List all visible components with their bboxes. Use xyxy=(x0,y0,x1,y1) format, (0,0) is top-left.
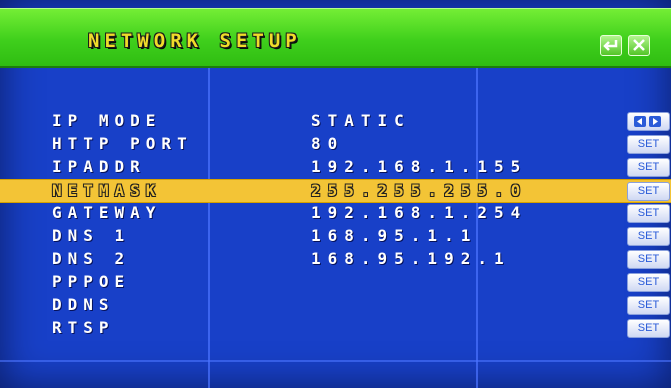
setting-row-rtsp[interactable]: RTSP SET xyxy=(0,317,671,339)
title-bar: NETWORK SETUP xyxy=(0,8,671,68)
set-button[interactable]: SET xyxy=(627,227,670,246)
set-button[interactable]: SET xyxy=(627,204,670,223)
setting-value: 255.255.255.0 xyxy=(311,181,528,200)
close-icon xyxy=(633,39,645,51)
grid-line xyxy=(0,360,671,362)
setting-value: 192.168.1.254 xyxy=(311,203,528,222)
setting-row-ipaddr[interactable]: IPADDR 192.168.1.155 SET xyxy=(0,156,671,178)
setting-row-dns-2[interactable]: DNS 2 168.95.192.1 SET xyxy=(0,248,671,270)
setting-value: STATIC xyxy=(311,111,411,130)
setting-label: IP MODE xyxy=(52,111,162,130)
setting-label: HTTP PORT xyxy=(52,134,193,153)
setting-value: 80 xyxy=(311,134,345,153)
setting-value: 168.95.192.1 xyxy=(311,249,511,268)
setting-value: 192.168.1.155 xyxy=(311,157,528,176)
setting-row-ddns[interactable]: DDNS SET xyxy=(0,294,671,316)
setting-label: IPADDR xyxy=(52,157,146,176)
setting-label: NETMASK xyxy=(52,181,162,200)
mode-arrows-button[interactable] xyxy=(627,112,670,131)
setting-row-ip-mode[interactable]: IP MODE STATIC xyxy=(0,110,671,132)
setting-row-http-port[interactable]: HTTP PORT 80 SET xyxy=(0,133,671,155)
setting-row-gateway[interactable]: GATEWAY 192.168.1.254 SET xyxy=(0,202,671,224)
set-button[interactable]: SET xyxy=(627,158,670,177)
enter-icon xyxy=(603,40,618,51)
set-button[interactable]: SET xyxy=(627,250,670,269)
setting-value: 168.95.1.1 xyxy=(311,226,478,245)
setting-label: DNS 2 xyxy=(52,249,131,268)
setting-label: RTSP xyxy=(52,318,115,337)
network-setup-screen: NETWORK SETUP IP MODE STATIC HTTP PORT 8… xyxy=(0,0,671,388)
left-right-arrows-icon xyxy=(634,116,661,127)
set-button[interactable]: SET xyxy=(627,182,670,201)
setting-row-netmask[interactable]: NETMASK 255.255.255.0 SET xyxy=(0,179,671,203)
setting-row-pppoe[interactable]: PPPOE SET xyxy=(0,271,671,293)
setting-label: DDNS xyxy=(52,295,115,314)
enter-button[interactable] xyxy=(600,35,622,56)
close-button[interactable] xyxy=(628,35,650,56)
setting-row-dns-1[interactable]: DNS 1 168.95.1.1 SET xyxy=(0,225,671,247)
set-button[interactable]: SET xyxy=(627,273,670,292)
set-button[interactable]: SET xyxy=(627,135,670,154)
setting-label: GATEWAY xyxy=(52,203,162,222)
setting-label: DNS 1 xyxy=(52,226,131,245)
set-button[interactable]: SET xyxy=(627,319,670,338)
set-button[interactable]: SET xyxy=(627,296,670,315)
setting-label: PPPOE xyxy=(52,272,131,291)
page-title: NETWORK SETUP xyxy=(88,30,302,52)
